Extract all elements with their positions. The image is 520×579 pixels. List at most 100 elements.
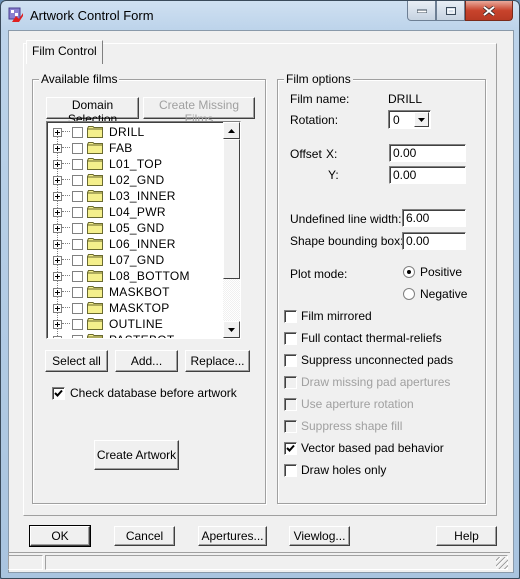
expand-plus-icon[interactable] <box>53 207 62 217</box>
film-tree-item[interactable]: L04_PWR <box>53 204 166 220</box>
ok-button[interactable]: OK <box>29 525 91 547</box>
expand-plus-icon[interactable] <box>53 303 62 313</box>
expand-plus-icon[interactable] <box>53 127 62 137</box>
scroll-thumb[interactable] <box>223 139 240 279</box>
expand-plus-icon[interactable] <box>53 319 62 329</box>
expand-plus-icon[interactable] <box>53 159 62 169</box>
films-tree-scrollbar[interactable] <box>223 122 240 338</box>
arrow-up-icon <box>228 128 235 133</box>
status-cell-1 <box>8 555 43 570</box>
film-tree-item[interactable]: OUTLINE <box>53 316 163 332</box>
film-checkbox[interactable] <box>72 334 83 338</box>
viewlog-button[interactable]: Viewlog... <box>289 526 350 546</box>
film-tree-item[interactable]: FAB <box>53 140 133 156</box>
film-checkbox[interactable] <box>72 302 83 314</box>
film-checkbox[interactable] <box>72 158 83 170</box>
film-tree-item[interactable]: DRILL <box>53 124 145 140</box>
suppress-shape-fill-checkbox[interactable] <box>284 420 297 433</box>
film-checkbox[interactable] <box>72 286 83 298</box>
offset-x-input[interactable] <box>389 144 466 162</box>
expand-plus-icon[interactable] <box>53 287 62 297</box>
expand-plus-icon[interactable] <box>53 239 62 249</box>
create-artwork-button[interactable]: Create Artwork <box>94 440 179 470</box>
create-missing-films-button[interactable]: Create Missing Films <box>143 97 255 126</box>
expand-plus-icon[interactable] <box>53 223 62 233</box>
expand-plus-icon[interactable] <box>53 175 62 185</box>
film-tree-item[interactable]: L06_INNER <box>53 236 176 252</box>
draw-holes-only-checkbox[interactable] <box>284 464 297 477</box>
film-tree-item[interactable]: L02_GND <box>53 172 164 188</box>
film-mirrored-checkbox[interactable] <box>284 310 297 323</box>
title-bar[interactable]: Artwork Control Form <box>1 1 519 31</box>
film-tree-item[interactable]: PASTEBOT <box>53 332 175 338</box>
scroll-up-button[interactable] <box>223 122 240 139</box>
chevron-down-icon <box>418 117 425 122</box>
film-checkbox[interactable] <box>72 174 83 186</box>
plot-mode-negative-radio[interactable] <box>403 288 415 300</box>
film-name-label: Film name: <box>290 92 350 106</box>
film-tree-item[interactable]: L08_BOTTOM <box>53 268 190 284</box>
film-tree-item[interactable]: L07_GND <box>53 252 164 268</box>
film-tree-item[interactable]: L05_GND <box>53 220 164 236</box>
undefined-line-width-input[interactable] <box>402 209 466 227</box>
resize-grip-icon[interactable] <box>496 557 508 569</box>
film-tree-item[interactable]: MASKTOP <box>53 300 170 316</box>
expand-plus-icon[interactable] <box>53 335 62 338</box>
film-name-value: DRILL <box>388 92 423 106</box>
plot-mode-positive-radio[interactable] <box>403 266 415 278</box>
rotation-dropdown-button[interactable] <box>414 112 429 127</box>
check-database-checkbox[interactable] <box>52 387 65 400</box>
tree-connector <box>62 323 70 325</box>
films-tree[interactable]: DRILL FAB L01_TOP L02_GND L03_INNER L04_PWR L0… <box>46 121 241 339</box>
film-checkbox[interactable] <box>72 238 83 250</box>
film-tree-item[interactable]: L03_INNER <box>53 188 176 204</box>
tree-connector <box>62 211 70 213</box>
folder-icon <box>87 142 103 154</box>
rotation-select[interactable]: 0 <box>388 110 431 129</box>
film-checkbox[interactable] <box>72 142 83 154</box>
replace-button[interactable]: Replace... <box>185 350 250 372</box>
expand-plus-icon[interactable] <box>53 143 62 153</box>
maximize-button[interactable] <box>436 1 465 21</box>
expand-plus-icon[interactable] <box>53 191 62 201</box>
film-checkbox[interactable] <box>72 270 83 282</box>
tree-connector <box>62 147 70 149</box>
add-button[interactable]: Add... <box>115 350 178 372</box>
film-tree-item[interactable]: MASKBOT <box>53 284 170 300</box>
offset-y-input[interactable] <box>389 166 466 184</box>
help-button[interactable]: Help <box>436 526 497 546</box>
folder-icon <box>87 270 103 282</box>
film-checkbox[interactable] <box>72 222 83 234</box>
film-checkbox[interactable] <box>72 318 83 330</box>
suppress-unconnected-pads-checkbox[interactable] <box>284 354 297 367</box>
shape-bounding-box-input[interactable] <box>402 232 466 250</box>
film-checkbox[interactable] <box>72 190 83 202</box>
use-aperture-rotation-checkbox[interactable] <box>284 398 297 411</box>
apertures-button[interactable]: Apertures... <box>198 526 267 546</box>
film-checkbox[interactable] <box>72 126 83 138</box>
film-checkbox[interactable] <box>72 206 83 218</box>
film-name: MASKBOT <box>109 285 170 299</box>
draw-missing-pad-apertures-checkbox[interactable] <box>284 376 297 389</box>
domain-selection-button[interactable]: Domain Selection <box>46 97 139 126</box>
film-name: DRILL <box>109 125 145 139</box>
expand-plus-icon[interactable] <box>53 255 62 265</box>
select-all-button[interactable]: Select all <box>45 350 108 372</box>
scroll-down-button[interactable] <box>223 321 240 338</box>
check-database-label: Check database before artwork <box>70 386 237 400</box>
shape-bounding-box-label: Shape bounding box: <box>290 234 404 248</box>
tab-film-control[interactable]: Film Control <box>26 40 103 64</box>
folder-icon <box>87 286 103 298</box>
full-contact-thermal-reliefs-checkbox[interactable] <box>284 332 297 345</box>
close-button[interactable] <box>465 1 513 21</box>
vector-based-pad-behavior-checkbox[interactable] <box>284 442 297 455</box>
offset-y-label: Y: <box>328 168 339 182</box>
close-icon <box>483 5 495 16</box>
minimize-button[interactable] <box>407 1 436 21</box>
cancel-button[interactable]: Cancel <box>114 526 175 546</box>
film-checkbox[interactable] <box>72 254 83 266</box>
tree-connector <box>62 179 70 181</box>
film-tree-item[interactable]: L01_TOP <box>53 156 162 172</box>
expand-plus-icon[interactable] <box>53 271 62 281</box>
folder-icon <box>87 254 103 266</box>
